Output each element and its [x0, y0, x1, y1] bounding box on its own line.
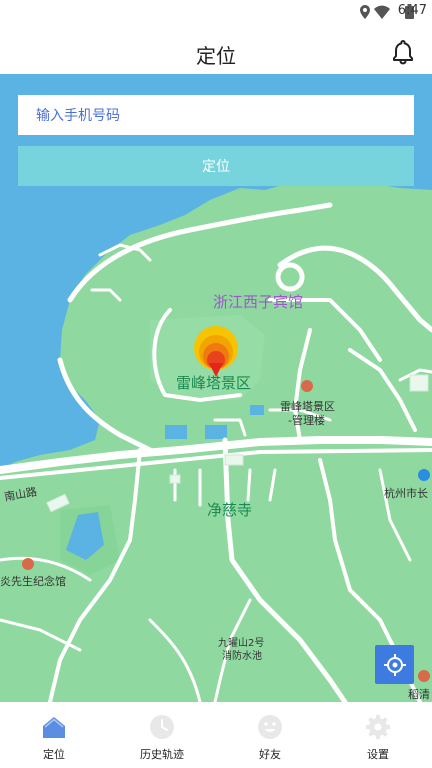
- tab-friends[interactable]: 好友: [216, 702, 324, 768]
- tab-label: 好友: [259, 748, 281, 761]
- bell-icon[interactable]: [390, 39, 416, 65]
- title-bar: 定位: [0, 30, 432, 74]
- page-title: 定位: [196, 44, 236, 68]
- location-icon: [360, 5, 370, 19]
- locate-button[interactable]: 定位: [18, 146, 414, 186]
- tab-label: 定位: [43, 748, 65, 761]
- location-pin-icon[interactable]: [193, 325, 239, 377]
- tab-label: 设置: [367, 748, 389, 761]
- recenter-button[interactable]: [375, 645, 414, 684]
- tab-settings[interactable]: 设置: [324, 702, 432, 768]
- map-label-leifeng-mgmt-2: -管理楼: [288, 414, 325, 427]
- crosshair-icon: [383, 653, 406, 676]
- tab-label: 历史轨迹: [140, 748, 184, 761]
- map-label-hotel[interactable]: 浙江西子宾馆: [213, 291, 303, 312]
- home-icon: [43, 717, 65, 738]
- tab-history[interactable]: 历史轨迹: [108, 702, 216, 768]
- status-time-visible: 6:47: [397, 3, 427, 18]
- tab-locate[interactable]: 定位: [0, 702, 108, 768]
- map-label-corner: 稻清: [408, 688, 430, 701]
- poi-marker-icon[interactable]: [301, 380, 313, 392]
- poi-marker-icon[interactable]: [22, 558, 34, 570]
- map-label-jiuyao-2: 消防水池: [222, 651, 262, 662]
- clock-icon: [150, 715, 174, 739]
- map-label-memorial: 炎先生纪念馆: [0, 575, 66, 588]
- status-bar: 6:47: [0, 0, 432, 24]
- gear-icon: [366, 715, 390, 739]
- bottom-tab-bar: 定位 历史轨迹 好友 设置: [0, 702, 432, 768]
- map-label-jingci[interactable]: 净慈寺: [207, 499, 252, 520]
- smile-icon: [258, 715, 282, 739]
- wifi-icon: [374, 5, 390, 19]
- phone-input[interactable]: [18, 95, 414, 135]
- poi-marker-icon[interactable]: [418, 670, 430, 682]
- map-label-hangzhou: 杭州市长: [384, 487, 428, 500]
- poi-marker-icon[interactable]: [418, 469, 430, 481]
